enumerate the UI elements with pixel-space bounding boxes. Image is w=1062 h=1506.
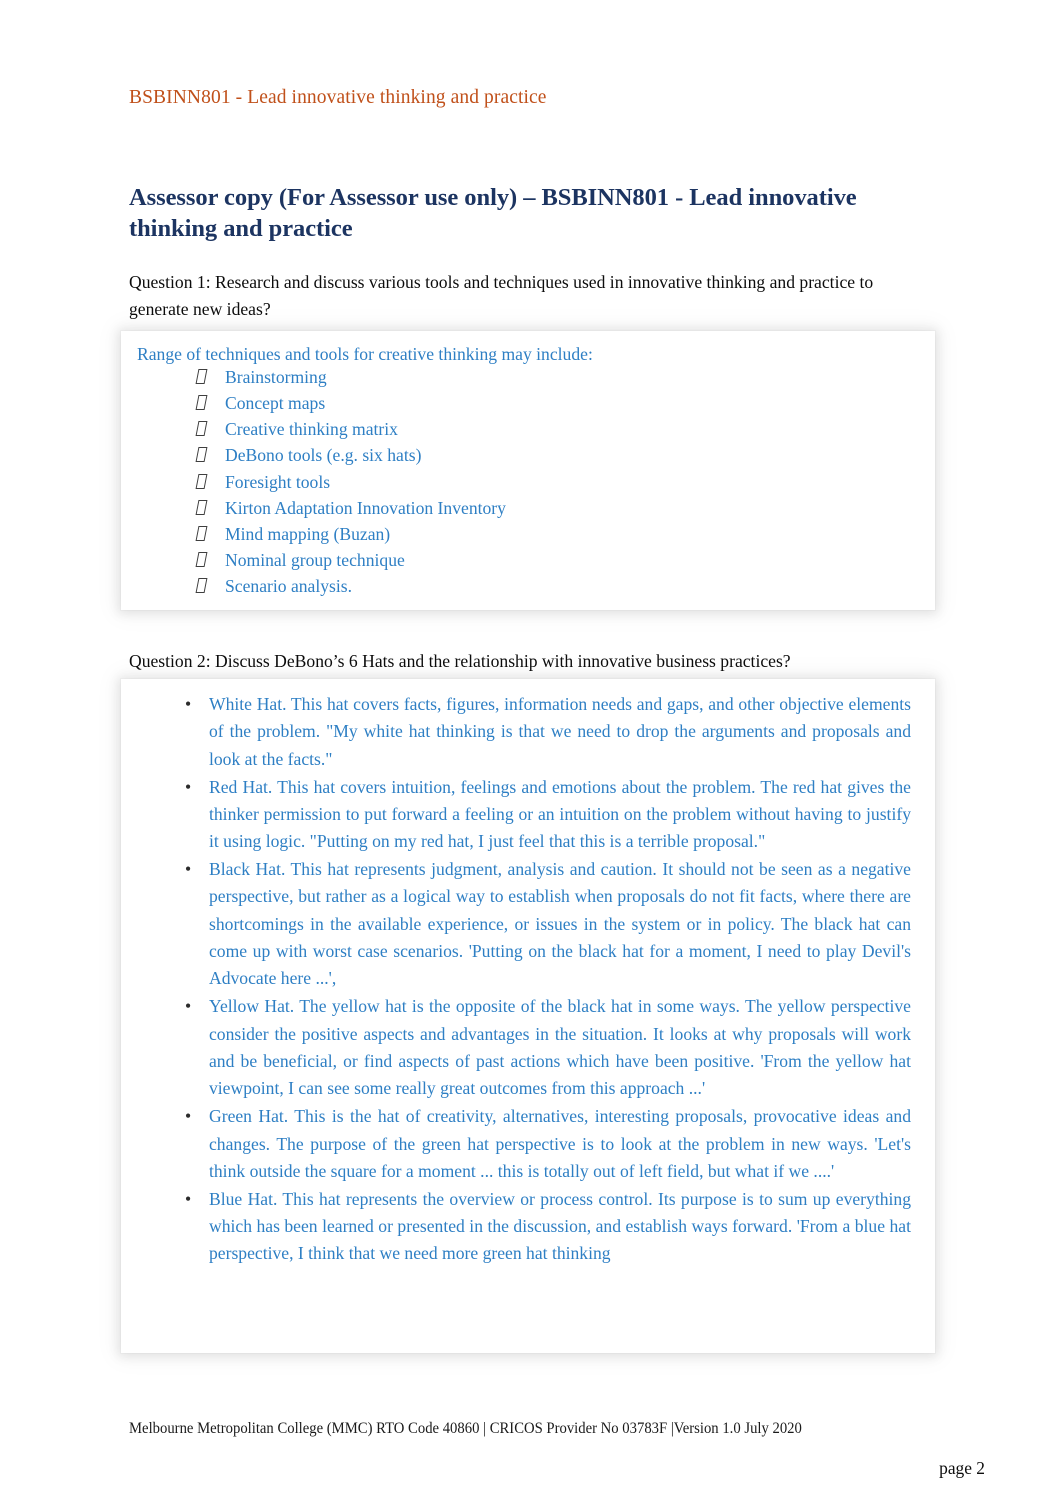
list-item-label: Yellow Hat. The yellow hat is the opposi…	[209, 996, 911, 1099]
page-title: Assessor copy (For Assessor use only) – …	[129, 184, 857, 243]
missing-glyph-bullet-icon	[195, 552, 225, 568]
round-bullet-icon: •	[185, 996, 192, 1017]
missing-glyph-bullet-icon	[195, 578, 225, 594]
list-item-label: Black Hat. This hat represents judgment,…	[209, 859, 911, 989]
creative-thinking-tools-list: Brainstorming Concept maps Creative thinki…	[129, 366, 915, 596]
missing-glyph-bullet-icon	[195, 473, 225, 490]
list-item-label: Nominal group technique	[225, 550, 405, 571]
list-item: • Green Hat. This is the hat of creativit…	[143, 1103, 911, 1185]
list-item: Kirton Adaptation Innovation Inventory	[129, 497, 915, 518]
list-item-label: Blue Hat. This hat represents the overvi…	[209, 1188, 911, 1264]
missing-glyph-bullet-icon	[195, 421, 225, 437]
page-number: page 2	[939, 1458, 985, 1478]
list-item-label: Kirton Adaptation Innovation Inventory	[225, 497, 506, 518]
list-item: DeBono tools (e.g. six hats)	[129, 447, 915, 465]
list-item-label: Scenario analysis.	[225, 576, 353, 597]
round-bullet-icon: •	[185, 1106, 192, 1127]
list-item: Scenario analysis.	[129, 578, 915, 596]
list-item: Foresight tools	[129, 471, 915, 492]
running-header: BSBINN801 - Lead innovative thinking and…	[129, 87, 547, 108]
list-item: • Yellow Hat. The yellow hat is the oppos…	[143, 993, 911, 1102]
question-1-prompt: Question 1: Research and discuss various…	[129, 272, 874, 319]
six-hats-list: • White Hat. This hat covers facts, figur…	[143, 691, 911, 1268]
list-item: • Black Hat. This hat represents judgment…	[143, 856, 911, 993]
document-page: BSBINN801 - Lead innovative thinking and…	[0, 0, 1062, 1506]
round-bullet-icon: •	[185, 1188, 192, 1209]
round-bullet-icon: •	[185, 694, 192, 714]
list-item-label: Creative thinking matrix	[225, 419, 398, 440]
list-item: Concept maps	[129, 392, 915, 413]
list-item: Mind mapping (Buzan)	[129, 523, 915, 544]
list-item: • Blue Hat. This hat represents the overv…	[143, 1186, 911, 1268]
list-item-label: DeBono tools (e.g. six hats)	[225, 445, 422, 466]
question-2-prompt: Question 2: Discuss DeBono’s 6 Hats and …	[129, 651, 791, 671]
round-bullet-icon: •	[185, 859, 192, 880]
list-item-label: Foresight tools	[225, 471, 331, 492]
missing-glyph-bullet-icon	[195, 499, 225, 516]
missing-glyph-bullet-icon	[195, 447, 225, 463]
question-2-answer-box: • White Hat. This hat covers facts, figur…	[121, 679, 935, 1353]
missing-glyph-bullet-icon	[195, 368, 225, 385]
question-1-answer-box: Range of techniques and tools for creati…	[121, 331, 935, 610]
list-item-label: White Hat. This hat covers facts, figure…	[209, 694, 911, 769]
list-item-label: Brainstorming	[225, 366, 327, 387]
list-item-label: Green Hat. This is the hat of creativity…	[209, 1106, 911, 1181]
round-bullet-icon: •	[185, 776, 192, 797]
list-item: • Red Hat. This hat covers intuition, fee…	[143, 774, 911, 856]
missing-glyph-bullet-icon	[195, 525, 225, 542]
footer-institution-text: Melbourne Metropolitan College (MMC) RTO…	[129, 1420, 802, 1437]
list-item-label: Mind mapping (Buzan)	[225, 523, 391, 544]
list-item-label: Concept maps	[225, 392, 326, 413]
answer-1-lead-text: Range of techniques and tools for creati…	[137, 344, 593, 364]
list-item-label: Red Hat. This hat covers intuition, feel…	[209, 776, 911, 852]
list-item: Creative thinking matrix	[129, 421, 915, 439]
missing-glyph-bullet-icon	[195, 394, 225, 411]
list-item: Nominal group technique	[129, 550, 915, 571]
list-item: • White Hat. This hat covers facts, figur…	[143, 691, 911, 773]
list-item: Brainstorming	[129, 366, 915, 387]
